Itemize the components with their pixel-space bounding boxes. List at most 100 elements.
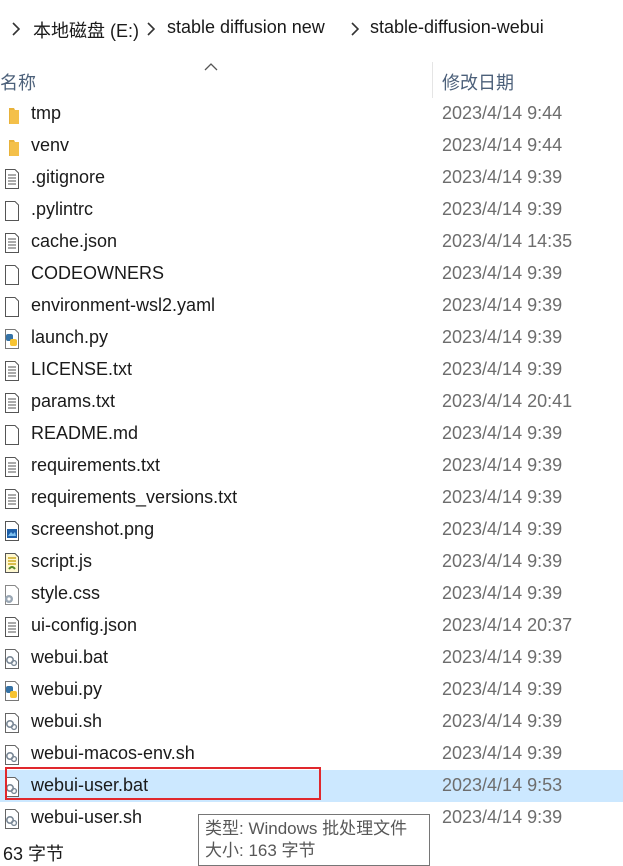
file-row[interactable]: webui.py 2023/4/14 9:39 <box>0 674 623 706</box>
python-file-icon <box>3 681 21 701</box>
file-row[interactable]: webui.sh 2023/4/14 9:39 <box>0 706 623 738</box>
file-modified-date: 2023/4/14 9:53 <box>442 775 563 795</box>
file-modified-date: 2023/4/14 9:39 <box>442 487 563 507</box>
file-row[interactable]: venv 2023/4/14 9:44 <box>0 130 623 162</box>
blank-file-icon <box>3 201 21 221</box>
file-name: .pylintrc <box>31 199 94 219</box>
column-header-name[interactable]: 名称 <box>0 69 36 95</box>
batch-file-icon <box>3 713 21 733</box>
image-file-icon <box>3 521 21 541</box>
file-name: tmp <box>31 103 62 123</box>
file-row[interactable]: params.txt 2023/4/14 20:41 <box>0 386 623 418</box>
file-modified-date: 2023/4/14 20:37 <box>442 615 573 635</box>
file-row[interactable]: ui-config.json 2023/4/14 20:37 <box>0 610 623 642</box>
file-modified-date: 2023/4/14 9:39 <box>442 647 563 667</box>
file-row[interactable]: webui-macos-env.sh 2023/4/14 9:39 <box>0 738 623 770</box>
file-row[interactable]: cache.json 2023/4/14 14:35 <box>0 226 623 258</box>
file-name: environment-wsl2.yaml <box>31 295 216 315</box>
file-modified-date: 2023/4/14 9:39 <box>442 679 563 699</box>
blank-file-icon <box>3 297 21 317</box>
file-row[interactable]: webui-user.bat 2023/4/14 9:53 <box>0 770 623 802</box>
tooltip-size: 大小: 163 字节 <box>205 841 316 860</box>
file-row[interactable]: tmp 2023/4/14 9:44 <box>0 98 623 130</box>
file-row[interactable]: environment-wsl2.yaml 2023/4/14 9:39 <box>0 290 623 322</box>
batch-file-icon <box>3 777 21 797</box>
file-name: LICENSE.txt <box>31 359 133 379</box>
file-name: requirements.txt <box>31 455 161 475</box>
batch-file-icon <box>3 649 21 669</box>
folder-icon <box>3 105 21 125</box>
file-row[interactable]: requirements.txt 2023/4/14 9:39 <box>0 450 623 482</box>
tooltip-type: 类型: Windows 批处理文件 <box>205 819 408 838</box>
file-modified-date: 2023/4/14 9:39 <box>442 199 563 219</box>
column-header: 名称 修改日期 <box>0 60 623 100</box>
file-modified-date: 2023/4/14 9:44 <box>442 135 563 155</box>
script-file-icon <box>3 553 21 573</box>
chevron-right-icon[interactable] <box>147 22 155 36</box>
file-name: webui-macos-env.sh <box>31 743 195 763</box>
file-modified-date: 2023/4/14 9:39 <box>442 455 563 475</box>
file-row[interactable]: script.js 2023/4/14 9:39 <box>0 546 623 578</box>
column-divider[interactable] <box>432 62 433 98</box>
file-name: README.md <box>31 423 139 443</box>
file-name: CODEOWNERS <box>31 263 165 283</box>
file-name: venv <box>31 135 70 155</box>
text-file-icon <box>3 489 21 509</box>
file-modified-date: 2023/4/14 9:39 <box>442 743 563 763</box>
status-bar-text: 63 字节 <box>3 844 65 864</box>
text-file-icon <box>3 457 21 477</box>
file-row[interactable]: CODEOWNERS 2023/4/14 9:39 <box>0 258 623 290</box>
file-modified-date: 2023/4/14 9:39 <box>442 711 563 731</box>
file-modified-date: 2023/4/14 9:39 <box>442 423 563 443</box>
file-modified-date: 2023/4/14 9:39 <box>442 167 563 187</box>
file-row[interactable]: .gitignore 2023/4/14 9:39 <box>0 162 623 194</box>
python-file-icon <box>3 329 21 349</box>
file-modified-date: 2023/4/14 9:39 <box>442 583 563 603</box>
file-name: screenshot.png <box>31 519 155 539</box>
folder-icon <box>3 137 21 157</box>
file-modified-date: 2023/4/14 9:39 <box>442 519 563 539</box>
text-file-icon <box>3 361 21 381</box>
file-modified-date: 2023/4/14 9:39 <box>442 263 563 283</box>
file-name: script.js <box>31 551 93 571</box>
css-file-icon <box>3 585 21 605</box>
file-row[interactable]: webui.bat 2023/4/14 9:39 <box>0 642 623 674</box>
file-modified-date: 2023/4/14 9:39 <box>442 359 563 379</box>
file-modified-date: 2023/4/14 14:35 <box>442 231 573 251</box>
blank-file-icon <box>3 425 21 445</box>
file-row[interactable]: requirements_versions.txt 2023/4/14 9:39 <box>0 482 623 514</box>
file-name: requirements_versions.txt <box>31 487 238 507</box>
file-name: .gitignore <box>31 167 106 187</box>
file-tooltip: 类型: Windows 批处理文件 大小: 163 字节 <box>198 814 430 866</box>
file-row[interactable]: launch.py 2023/4/14 9:39 <box>0 322 623 354</box>
file-name: style.css <box>31 583 101 603</box>
breadcrumb-current-folder[interactable]: stable-diffusion-webui <box>370 17 544 38</box>
breadcrumb-folder[interactable]: stable diffusion new <box>167 17 325 38</box>
file-name: launch.py <box>31 327 109 347</box>
breadcrumb-drive[interactable]: 本地磁盘 (E:) <box>33 17 139 43</box>
blank-file-icon <box>3 265 21 285</box>
file-modified-date: 2023/4/14 9:39 <box>442 327 563 347</box>
file-row[interactable]: LICENSE.txt 2023/4/14 9:39 <box>0 354 623 386</box>
batch-file-icon <box>3 809 21 829</box>
file-name: webui.py <box>31 679 103 699</box>
file-name: webui-user.bat <box>31 775 149 795</box>
file-row[interactable]: style.css 2023/4/14 9:39 <box>0 578 623 610</box>
file-modified-date: 2023/4/14 9:39 <box>442 551 563 571</box>
text-file-icon <box>3 393 21 413</box>
file-modified-date: 2023/4/14 9:39 <box>442 807 563 827</box>
column-header-date[interactable]: 修改日期 <box>442 69 514 95</box>
address-bar[interactable]: ī 本地磁盘 (E:) stable diffusion new stable-… <box>0 0 623 60</box>
file-row[interactable]: README.md 2023/4/14 9:39 <box>0 418 623 450</box>
batch-file-icon <box>3 745 21 765</box>
file-name: ui-config.json <box>31 615 138 635</box>
file-row[interactable]: .pylintrc 2023/4/14 9:39 <box>0 194 623 226</box>
text-file-icon <box>3 617 21 637</box>
text-file-icon <box>3 233 21 253</box>
file-modified-date: 2023/4/14 9:44 <box>442 103 563 123</box>
chevron-right-icon[interactable] <box>351 22 359 36</box>
file-modified-date: 2023/4/14 9:39 <box>442 295 563 315</box>
chevron-right-icon[interactable] <box>12 22 20 36</box>
file-name: params.txt <box>31 391 116 411</box>
file-row[interactable]: screenshot.png 2023/4/14 9:39 <box>0 514 623 546</box>
